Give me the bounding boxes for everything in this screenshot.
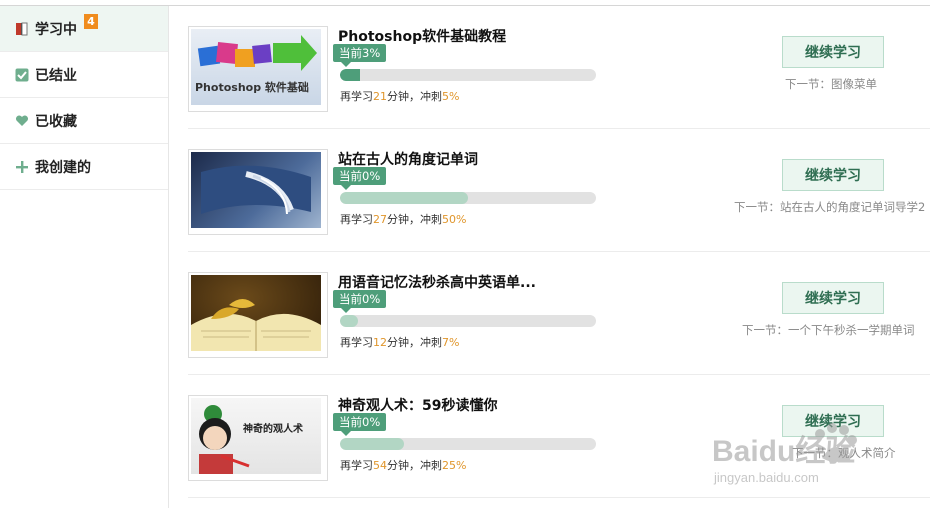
course-thumbnail[interactable] (188, 272, 328, 358)
progress-bar (340, 315, 596, 327)
sidebar-item-label: 已收藏 (35, 113, 77, 130)
sprint-fill (340, 315, 358, 327)
progress-bar (340, 69, 596, 81)
study-meta: 再学习54分钟，冲刺25% (340, 459, 467, 472)
progress-tag: 当前3% (333, 44, 387, 67)
course-title[interactable]: 站在古人的角度记单词 (338, 149, 478, 169)
course-thumbnail[interactable] (188, 149, 328, 235)
course-title[interactable]: 用语音记忆法秒杀高中英语单... (338, 272, 536, 292)
count-badge: 4 (84, 14, 98, 29)
progress-tag: 当前0% (333, 413, 387, 436)
course-thumbnail[interactable]: 神奇的观人术 (188, 395, 328, 481)
progress-tag: 当前0% (333, 167, 387, 190)
course-item: 站在古人的角度记单词 当前0% 再学习27分钟，冲刺50% 继续学习 下一节：站… (188, 129, 930, 252)
thumbnail-caption: Photoshop 软件基础 (195, 81, 309, 94)
sprint-fill (340, 438, 404, 450)
next-lesson[interactable]: 下一节：一个下午秒杀一学期单词 (742, 322, 915, 338)
course-item: Photoshop 软件基础 Photoshop软件基础教程 当前3% 再学习2… (188, 6, 930, 129)
study-meta: 再学习27分钟，冲刺50% (340, 213, 467, 226)
sidebar-item-learning[interactable]: 学习中 4 (0, 6, 168, 52)
continue-button[interactable]: 继续学习 (782, 159, 884, 191)
sidebar-item-favorites[interactable]: 已收藏 (0, 98, 168, 144)
next-lesson[interactable]: 下一节：站在古人的角度记单词导学2 (734, 199, 930, 215)
progress-fill (340, 69, 360, 81)
sidebar: 学习中 4 已结业 已收藏 我创建的 (0, 6, 169, 508)
progress-tag: 当前0% (333, 290, 387, 313)
sidebar-item-label: 已结业 (35, 67, 77, 84)
course-item: 神奇的观人术 神奇观人术：59秒读懂你 当前0% 再学习54分钟，冲刺25% 继… (188, 375, 930, 498)
sprint-fill (340, 192, 468, 204)
study-meta: 再学习21分钟，冲刺5% (340, 90, 460, 103)
sidebar-item-created[interactable]: 我创建的 (0, 144, 168, 190)
course-title[interactable]: 神奇观人术：59秒读懂你 (338, 395, 497, 415)
heart-icon (15, 114, 29, 128)
plus-icon (15, 160, 29, 174)
book-icon (15, 22, 29, 36)
continue-button[interactable]: 继续学习 (782, 36, 884, 68)
course-title[interactable]: Photoshop软件基础教程 (338, 26, 506, 46)
continue-button[interactable]: 继续学习 (782, 282, 884, 314)
checkbox-icon (15, 68, 29, 82)
thumbnail-caption: 神奇的观人术 (243, 424, 303, 435)
progress-bar (340, 192, 596, 204)
sidebar-item-completed[interactable]: 已结业 (0, 52, 168, 98)
course-thumbnail[interactable]: Photoshop 软件基础 (188, 26, 328, 112)
progress-bar (340, 438, 596, 450)
next-lesson[interactable]: 下一节：图像菜单 (785, 76, 877, 92)
sidebar-item-label: 学习中 (35, 21, 77, 38)
course-item: 用语音记忆法秒杀高中英语单... 当前0% 再学习12分钟，冲刺7% 继续学习 … (188, 252, 930, 375)
study-meta: 再学习12分钟，冲刺7% (340, 336, 460, 349)
continue-button[interactable]: 继续学习 (782, 405, 884, 437)
next-lesson[interactable]: 下一节：观人术简介 (792, 445, 896, 461)
sidebar-item-label: 我创建的 (35, 159, 91, 176)
